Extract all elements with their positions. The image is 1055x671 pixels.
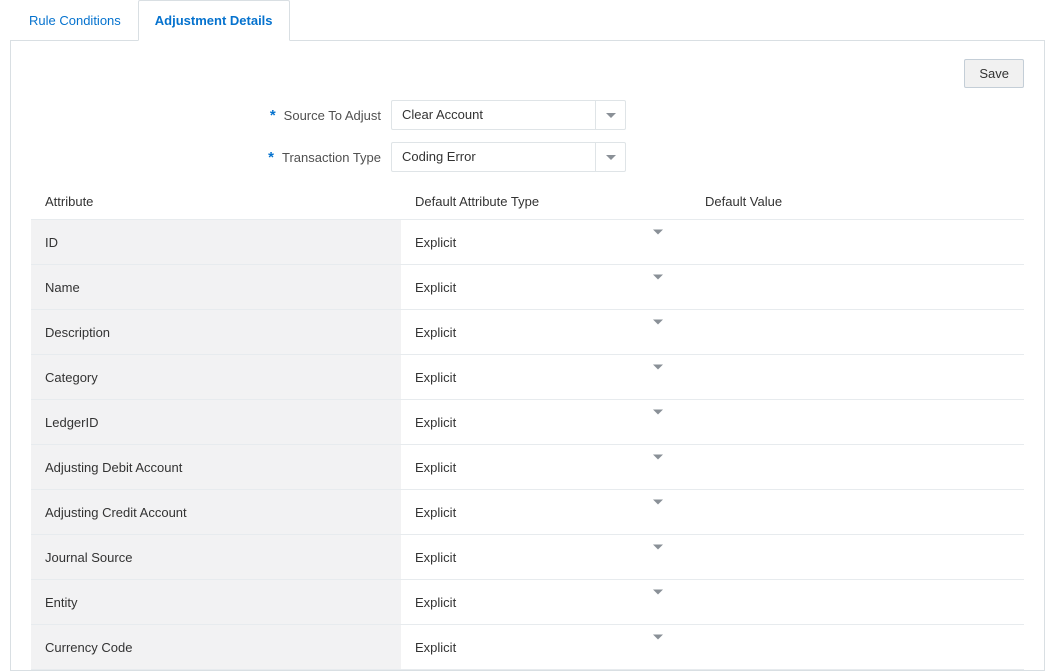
default-attribute-type-value: Explicit xyxy=(415,550,456,565)
cell-default-value[interactable] xyxy=(691,355,1024,400)
cell-attribute: Description xyxy=(31,310,401,355)
cell-attribute: Category xyxy=(31,355,401,400)
cell-default-value[interactable] xyxy=(691,490,1024,535)
table-row: Name Explicit xyxy=(31,265,1024,310)
chevron-down-icon[interactable] xyxy=(653,415,663,430)
cell-attribute: ID xyxy=(31,220,401,265)
default-attribute-type-value: Explicit xyxy=(415,235,456,250)
table-row: ID Explicit xyxy=(31,220,1024,265)
form-row-transaction-type: * Transaction Type Coding Error xyxy=(31,142,1024,172)
required-indicator-icon: * xyxy=(268,149,274,166)
default-attribute-type-value: Explicit xyxy=(415,370,456,385)
chevron-down-icon[interactable] xyxy=(653,325,663,340)
cell-default-attribute-type[interactable]: Explicit xyxy=(401,445,691,490)
label-source-to-adjust: Source To Adjust xyxy=(284,108,381,123)
label-transaction-type: Transaction Type xyxy=(282,150,381,165)
required-indicator-icon: * xyxy=(270,107,276,124)
cell-default-attribute-type[interactable]: Explicit xyxy=(401,355,691,400)
cell-default-value[interactable] xyxy=(691,445,1024,490)
table-row: Journal Source Explicit xyxy=(31,535,1024,580)
cell-attribute: Adjusting Credit Account xyxy=(31,490,401,535)
cell-attribute: Journal Source xyxy=(31,535,401,580)
attributes-table: Attribute Default Attribute Type Default… xyxy=(31,184,1024,670)
toolbar: Save xyxy=(31,59,1024,88)
cell-default-attribute-type[interactable]: Explicit xyxy=(401,580,691,625)
cell-default-value[interactable] xyxy=(691,625,1024,670)
cell-default-attribute-type[interactable]: Explicit xyxy=(401,265,691,310)
table-row: Adjusting Credit Account Explicit xyxy=(31,490,1024,535)
table-row: Entity Explicit xyxy=(31,580,1024,625)
column-header-attribute: Attribute xyxy=(31,184,401,220)
cell-default-value[interactable] xyxy=(691,265,1024,310)
cell-default-attribute-type[interactable]: Explicit xyxy=(401,220,691,265)
default-attribute-type-value: Explicit xyxy=(415,595,456,610)
cell-default-value[interactable] xyxy=(691,535,1024,580)
default-attribute-type-value: Explicit xyxy=(415,325,456,340)
select-transaction-type[interactable]: Coding Error xyxy=(391,142,626,172)
select-source-to-adjust[interactable]: Clear Account xyxy=(391,100,626,130)
chevron-down-icon xyxy=(595,101,625,129)
table-row: Category Explicit xyxy=(31,355,1024,400)
cell-default-value[interactable] xyxy=(691,400,1024,445)
cell-default-attribute-type[interactable]: Explicit xyxy=(401,535,691,580)
table-row: Adjusting Debit Account Explicit xyxy=(31,445,1024,490)
cell-default-value[interactable] xyxy=(691,580,1024,625)
chevron-down-icon[interactable] xyxy=(653,235,663,250)
select-transaction-type-value: Coding Error xyxy=(392,143,595,171)
default-attribute-type-value: Explicit xyxy=(415,640,456,655)
tab-bar: Rule Conditions Adjustment Details xyxy=(0,0,1055,41)
column-header-default-value: Default Value xyxy=(691,184,1024,220)
cell-attribute: Currency Code xyxy=(31,625,401,670)
cell-attribute: LedgerID xyxy=(31,400,401,445)
chevron-down-icon xyxy=(595,143,625,171)
cell-default-attribute-type[interactable]: Explicit xyxy=(401,400,691,445)
default-attribute-type-value: Explicit xyxy=(415,415,456,430)
chevron-down-icon[interactable] xyxy=(653,370,663,385)
adjustment-details-panel: Save * Source To Adjust Clear Account * … xyxy=(10,40,1045,671)
chevron-down-icon[interactable] xyxy=(653,280,663,295)
cell-default-value[interactable] xyxy=(691,220,1024,265)
cell-attribute: Entity xyxy=(31,580,401,625)
chevron-down-icon[interactable] xyxy=(653,595,663,610)
table-row: Currency Code Explicit xyxy=(31,625,1024,670)
cell-default-attribute-type[interactable]: Explicit xyxy=(401,625,691,670)
cell-default-attribute-type[interactable]: Explicit xyxy=(401,490,691,535)
tab-rule-conditions[interactable]: Rule Conditions xyxy=(12,0,138,41)
cell-attribute: Adjusting Debit Account xyxy=(31,445,401,490)
table-row: LedgerID Explicit xyxy=(31,400,1024,445)
form-row-source-to-adjust: * Source To Adjust Clear Account xyxy=(31,100,1024,130)
default-attribute-type-value: Explicit xyxy=(415,505,456,520)
chevron-down-icon[interactable] xyxy=(653,550,663,565)
cell-default-attribute-type[interactable]: Explicit xyxy=(401,310,691,355)
chevron-down-icon[interactable] xyxy=(653,640,663,655)
default-attribute-type-value: Explicit xyxy=(415,280,456,295)
chevron-down-icon[interactable] xyxy=(653,505,663,520)
chevron-down-icon[interactable] xyxy=(653,460,663,475)
table-row: Description Explicit xyxy=(31,310,1024,355)
save-button[interactable]: Save xyxy=(964,59,1024,88)
tab-adjustment-details[interactable]: Adjustment Details xyxy=(138,0,290,41)
column-header-default-attribute-type: Default Attribute Type xyxy=(401,184,691,220)
cell-attribute: Name xyxy=(31,265,401,310)
select-source-to-adjust-value: Clear Account xyxy=(392,101,595,129)
cell-default-value[interactable] xyxy=(691,310,1024,355)
default-attribute-type-value: Explicit xyxy=(415,460,456,475)
